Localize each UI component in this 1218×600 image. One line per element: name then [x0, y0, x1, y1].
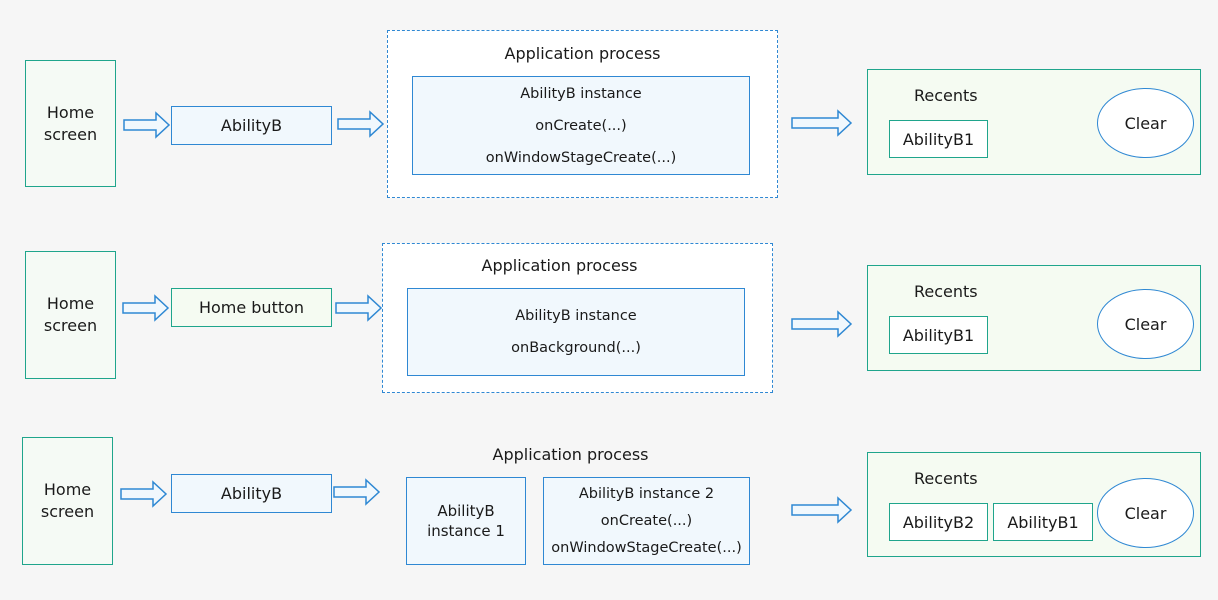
home-screen-box: Home screen — [25, 251, 116, 379]
right-arrow-icon — [122, 294, 170, 322]
application-process-title: Application process — [481, 256, 638, 275]
right-arrow-icon — [335, 294, 383, 322]
home-screen-label-line2: screen — [43, 124, 98, 144]
right-arrow-icon — [337, 110, 385, 138]
home-screen-label-line2: screen — [43, 316, 98, 335]
lifecycle-onbackground: onBackground(...) — [511, 340, 641, 356]
abilityb-instance-1-box: AbilityB instance 1 — [406, 477, 526, 565]
clear-button-label: Clear — [1124, 113, 1167, 133]
recents-title: Recents — [914, 469, 978, 488]
recents-panel: Recents AbilityB1 Clear — [867, 265, 1201, 371]
trigger-abilityb[interactable]: AbilityB — [171, 106, 332, 145]
abilityb-instance-box: AbilityB instance onCreate(...) onWindow… — [412, 76, 750, 175]
instance-name: AbilityB instance 2 — [578, 485, 715, 502]
right-arrow-icon — [791, 109, 853, 137]
lifecycle-oncreate: onCreate(...) — [535, 117, 627, 134]
recents-title: Recents — [914, 86, 978, 105]
clear-button-label: Clear — [1124, 314, 1167, 334]
right-arrow-icon — [791, 310, 853, 338]
recents-panel: Recents AbilityB1 Clear — [867, 69, 1201, 175]
trigger-abilityb[interactable]: AbilityB — [171, 474, 332, 513]
clear-button[interactable]: Clear — [1097, 289, 1194, 359]
recent-card-label: AbilityB1 — [902, 325, 975, 345]
home-screen-label-line2: screen — [40, 502, 95, 521]
instance-name: AbilityB instance — [520, 85, 642, 102]
home-screen-label-line1: Home — [46, 102, 95, 122]
recent-card-label: AbilityB1 — [902, 129, 975, 149]
instance-name-line1: AbilityB — [437, 502, 495, 520]
trigger-label: AbilityB — [220, 116, 283, 135]
recents-panel: Recents AbilityB2 AbilityB1 Clear — [867, 452, 1201, 557]
recent-card-label: AbilityB2 — [902, 512, 975, 532]
clear-button-label: Clear — [1124, 503, 1167, 523]
recent-card-abilityb2[interactable]: AbilityB2 — [889, 503, 988, 541]
recent-card-label: AbilityB1 — [1007, 512, 1079, 532]
recents-title: Recents — [914, 282, 978, 301]
recent-card-abilityb1[interactable]: AbilityB1 — [889, 120, 988, 158]
application-process-title: Application process — [504, 44, 661, 63]
application-process-title: Application process — [492, 445, 649, 464]
instance-name-line2: instance 1 — [427, 522, 505, 540]
trigger-label: AbilityB — [220, 484, 283, 503]
clear-button[interactable]: Clear — [1097, 478, 1194, 548]
home-screen-box: Home screen — [22, 437, 113, 565]
home-screen-box: Home screen — [25, 60, 116, 187]
trigger-label: Home button — [198, 298, 305, 317]
home-screen-label-line1: Home — [46, 294, 95, 313]
lifecycle-onwindowstagecreate: onWindowStageCreate(...) — [551, 539, 742, 556]
abilityb-instance-2-box: AbilityB instance 2 onCreate(...) onWind… — [543, 477, 750, 565]
right-arrow-icon — [791, 496, 853, 524]
right-arrow-icon — [123, 111, 171, 139]
lifecycle-oncreate: onCreate(...) — [600, 512, 693, 529]
recent-card-abilityb1[interactable]: AbilityB1 — [993, 503, 1093, 541]
clear-button[interactable]: Clear — [1097, 88, 1194, 158]
lifecycle-onwindowstagecreate: onWindowStageCreate(...) — [485, 149, 677, 166]
recent-card-abilityb1[interactable]: AbilityB1 — [889, 316, 988, 354]
instance-name: AbilityB instance — [515, 308, 637, 324]
abilityb-instance-box: AbilityB instance onBackground(...) — [407, 288, 745, 376]
home-screen-label-line1: Home — [43, 480, 92, 499]
right-arrow-icon — [120, 480, 168, 508]
right-arrow-icon — [333, 478, 381, 506]
trigger-home-button[interactable]: Home button — [171, 288, 332, 327]
